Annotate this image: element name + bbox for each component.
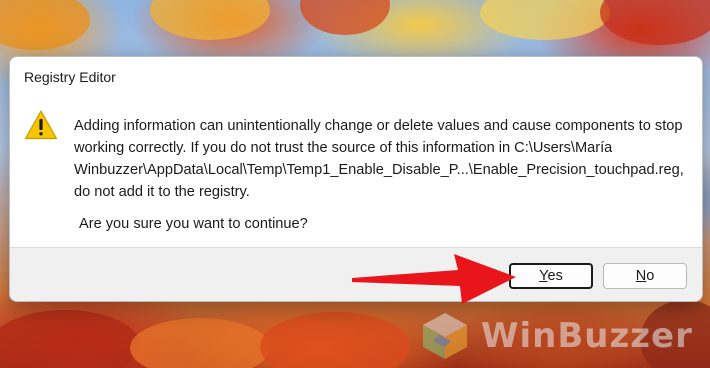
no-label-rest: o	[646, 268, 655, 284]
yes-button[interactable]: Yes	[509, 263, 593, 289]
watermark: WinBuzzer	[417, 310, 693, 362]
yes-label-rest: es	[547, 268, 563, 284]
dialog-title: Registry Editor	[24, 69, 116, 85]
warning-icon	[24, 110, 58, 140]
dialog-content: Adding information can unintentionally c…	[10, 95, 702, 249]
red-arrow-icon	[352, 254, 516, 304]
no-mnemonic: N	[635, 268, 647, 284]
dialog-question: Are you sure you want to continue?	[79, 216, 308, 232]
yes-mnemonic: Y	[539, 268, 548, 284]
watermark-text: WinBuzzer	[481, 316, 693, 356]
no-button[interactable]: No	[603, 263, 687, 289]
winbuzzer-logo-icon	[423, 313, 467, 359]
dialog-message: Adding information can unintentionally c…	[74, 118, 684, 200]
